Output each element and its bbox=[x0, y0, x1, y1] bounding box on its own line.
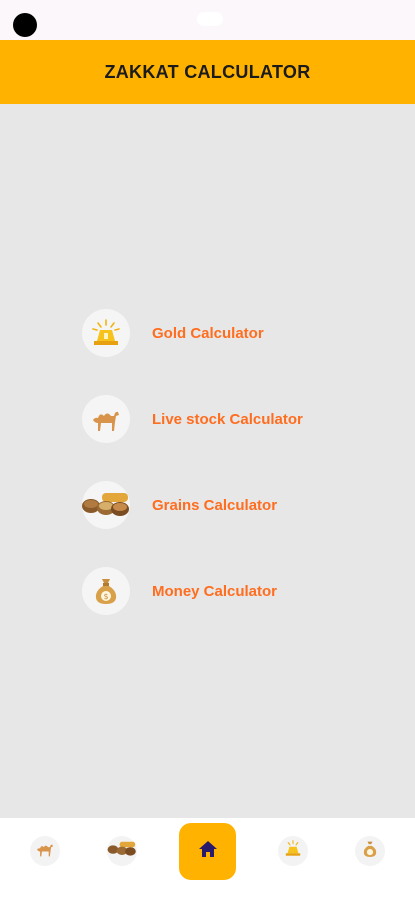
money-calculator-item[interactable]: $ Money Calculator bbox=[82, 566, 303, 616]
status-bar bbox=[0, 0, 415, 40]
camera-dot bbox=[13, 13, 37, 37]
grains-calculator-item[interactable]: Grains Calculator bbox=[82, 480, 303, 530]
nav-gold-button[interactable] bbox=[278, 836, 308, 866]
money-bag-icon: $ bbox=[82, 567, 130, 615]
camel-icon bbox=[82, 395, 130, 443]
home-icon bbox=[198, 840, 218, 863]
menu-item-label: Money Calculator bbox=[152, 582, 278, 600]
livestock-calculator-item[interactable]: Live stock Calculator bbox=[82, 394, 303, 444]
bottom-nav bbox=[0, 818, 415, 900]
nav-grains-button[interactable] bbox=[107, 836, 137, 866]
menu-item-label: Gold Calculator bbox=[152, 324, 264, 342]
gold-bars-icon bbox=[82, 309, 130, 357]
camel-icon bbox=[35, 841, 55, 862]
money-bag-icon bbox=[362, 840, 378, 863]
gold-bars-icon bbox=[284, 840, 302, 862]
gold-calculator-item[interactable]: Gold Calculator bbox=[82, 308, 303, 358]
menu-item-label: Live stock Calculator bbox=[152, 410, 303, 428]
nav-money-button[interactable] bbox=[355, 836, 385, 866]
nav-home-button[interactable] bbox=[179, 823, 236, 880]
svg-text:$: $ bbox=[103, 592, 108, 601]
page-title: ZAKKAT CALCULATOR bbox=[104, 61, 311, 82]
calculator-menu: Gold Calculator Live stock Calculator Gr… bbox=[82, 308, 303, 652]
app-header: ZAKKAT CALCULATOR bbox=[0, 40, 415, 104]
grains-icon bbox=[82, 481, 130, 529]
nav-livestock-button[interactable] bbox=[30, 836, 60, 866]
status-notch bbox=[197, 12, 223, 26]
menu-item-label: Grains Calculator bbox=[152, 496, 278, 514]
grains-icon bbox=[107, 840, 137, 863]
